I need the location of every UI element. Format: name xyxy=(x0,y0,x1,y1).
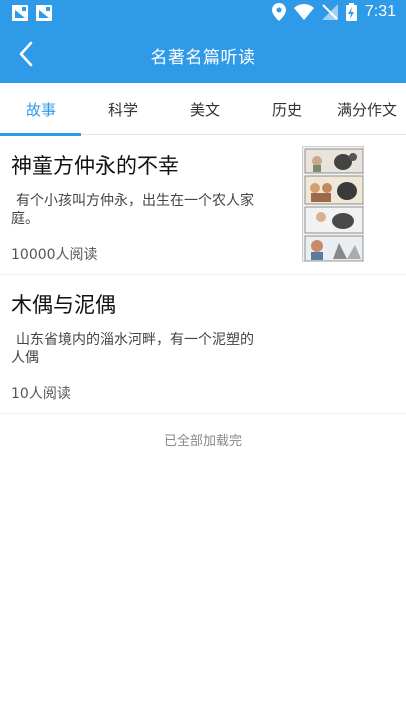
notification-icon xyxy=(36,5,52,21)
tab-prose[interactable]: 美文 xyxy=(164,83,246,135)
list-item[interactable]: 木偶与泥偶 山东省境内的淄水河畔，有一个泥塑的人偶 10人阅读 xyxy=(0,275,406,414)
category-tabs: 故事 科学 美文 历史 满分作文 xyxy=(0,83,406,136)
status-right: 7:31 xyxy=(271,3,396,21)
app-bar: 名著名篇听读 xyxy=(0,26,406,83)
status-bar: 7:31 xyxy=(0,0,406,26)
status-time: 7:31 xyxy=(364,3,396,20)
item-description: 山东省境内的淄水河畔，有一个泥塑的人偶 xyxy=(11,332,254,366)
list-item[interactable]: 神童方仲永的不幸 有个小孩叫方仲永，出生在一个农人家庭。 10000人阅读 xyxy=(0,136,406,275)
tab-science[interactable]: 科学 xyxy=(82,83,164,135)
tab-label: 科学 xyxy=(107,100,138,119)
status-left xyxy=(12,5,52,21)
comic-image xyxy=(304,148,363,261)
item-read-count: 10000人阅读 xyxy=(11,247,98,263)
item-title: 神童方仲永的不幸 xyxy=(11,154,179,178)
notification-icon xyxy=(12,5,28,21)
battery-charging-icon xyxy=(345,3,357,21)
all-loaded-label: 已全部加载完 xyxy=(163,434,242,449)
page-title: 名著名篇听读 xyxy=(150,48,256,68)
tab-label: 美文 xyxy=(189,100,220,119)
tab-label: 故事 xyxy=(25,100,56,119)
wifi-icon xyxy=(293,4,314,20)
tab-story[interactable]: 故事 xyxy=(0,83,82,136)
item-read-count: 10人阅读 xyxy=(11,386,71,402)
tab-label: 历史 xyxy=(271,100,302,119)
item-description: 有个小孩叫方仲永，出生在一个农人家庭。 xyxy=(11,193,254,227)
tab-label: 满分作文 xyxy=(336,100,397,119)
no-signal-icon xyxy=(321,4,338,20)
comic-thumbnail xyxy=(302,146,364,262)
tab-top-essays[interactable]: 满分作文 xyxy=(328,83,406,135)
item-title: 木偶与泥偶 xyxy=(11,293,116,317)
article-list: 神童方仲永的不幸 有个小孩叫方仲永，出生在一个农人家庭。 10000人阅读 木偶… xyxy=(0,136,406,414)
location-icon xyxy=(271,3,286,21)
tab-history[interactable]: 历史 xyxy=(246,83,328,135)
